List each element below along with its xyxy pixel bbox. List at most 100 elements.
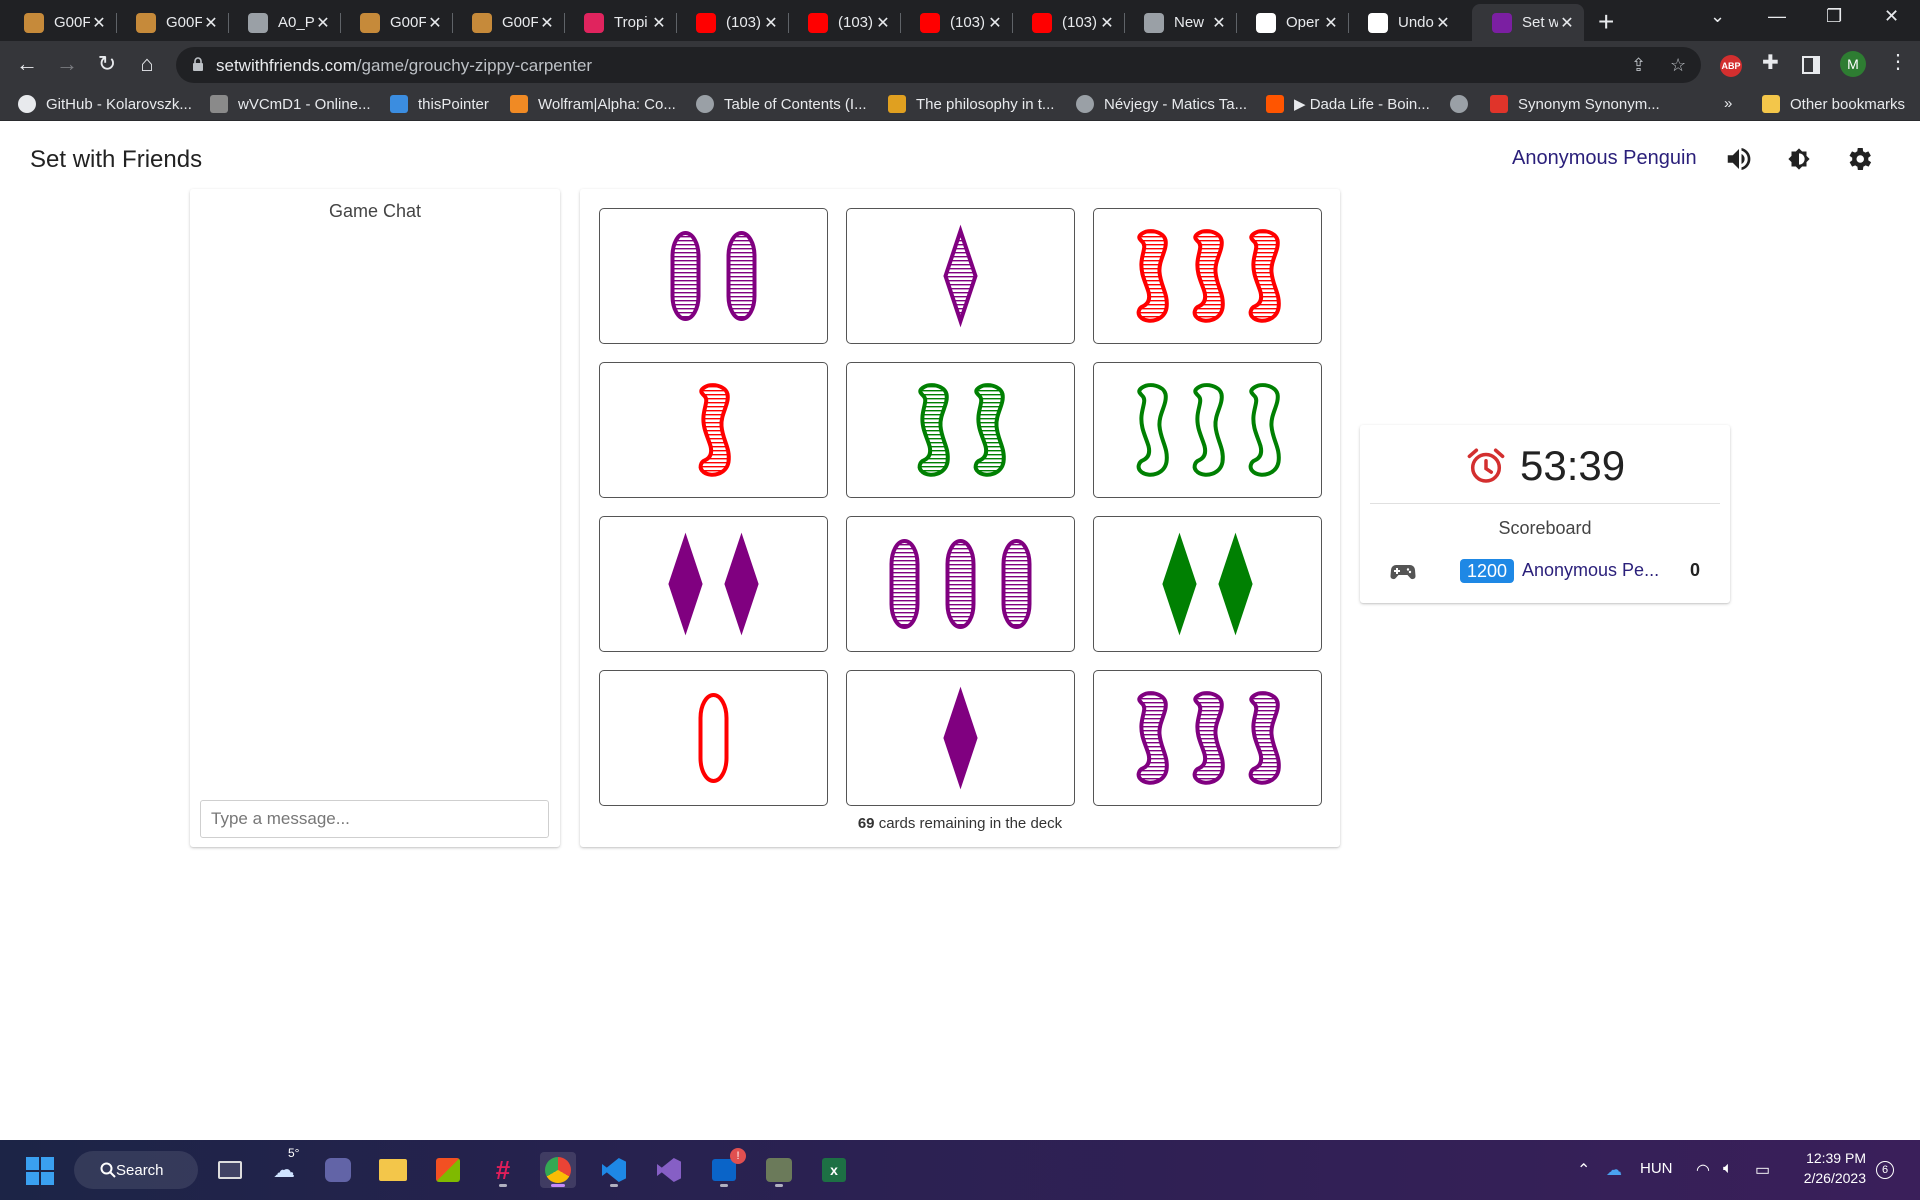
browser-tab[interactable]: G00F ✕ [452, 4, 564, 41]
bookmark-item[interactable]: Synonym Synonym... [1490, 95, 1660, 113]
taskbar-search-box[interactable]: Search [74, 1151, 198, 1189]
browser-tab[interactable]: A0_P ✕ [228, 4, 340, 41]
tab-close-icon[interactable]: ✕ [314, 13, 332, 33]
app-title[interactable]: Set with Friends [30, 146, 202, 174]
wifi-icon[interactable]: ◠ [1696, 1160, 1710, 1180]
bookmarks-overflow-button[interactable]: » [1724, 95, 1732, 112]
task-view-icon[interactable] [212, 1152, 248, 1188]
set-card[interactable] [1093, 208, 1322, 344]
reload-icon[interactable]: ↻ [92, 51, 122, 77]
bookmark-item[interactable]: wVCmD1 - Online... [210, 95, 371, 113]
url-text[interactable]: setwithfriends.com/game/grouchy-zippy-ca… [216, 56, 592, 76]
other-bookmarks-folder[interactable]: Other bookmarks [1762, 95, 1905, 113]
file-explorer-icon[interactable] [375, 1152, 411, 1188]
tray-overflow-chevron-icon[interactable]: ⌃ [1577, 1160, 1590, 1180]
browser-tab[interactable]: G00F ✕ [4, 4, 116, 41]
tab-close-icon[interactable]: ✕ [1098, 13, 1116, 33]
windows-start-icon[interactable] [26, 1157, 54, 1185]
side-panel-icon[interactable] [1802, 56, 1820, 74]
bookmark-star-icon[interactable]: ☆ [1670, 55, 1686, 76]
speaker-icon[interactable]: 🔈︎ [1723, 1160, 1733, 1178]
home-icon[interactable]: ⌂ [132, 51, 162, 77]
set-card[interactable] [1093, 362, 1322, 498]
browser-tab[interactable]: Tropi ✕ [564, 4, 676, 41]
set-card[interactable] [1093, 670, 1322, 806]
tab-close-icon[interactable]: ✕ [538, 13, 556, 33]
browser-tab[interactable]: Undo ✕ [1348, 4, 1460, 41]
tab-close-icon[interactable]: ✕ [1434, 13, 1452, 33]
set-card[interactable] [846, 516, 1075, 652]
game-app-icon[interactable] [761, 1152, 797, 1188]
battery-icon[interactable]: ▭ [1755, 1160, 1770, 1180]
browser-tab[interactable]: New ✕ [1124, 4, 1236, 41]
profile-avatar[interactable]: M [1840, 51, 1866, 77]
tab-close-icon[interactable]: ✕ [650, 13, 668, 33]
browser-tab[interactable]: (103) ✕ [1012, 4, 1124, 41]
bookmark-item[interactable]: Névjegy - Matics Ta... [1076, 95, 1247, 113]
tab-close-icon[interactable]: ✕ [1210, 13, 1228, 33]
visual-studio-icon[interactable] [651, 1152, 687, 1188]
minimize-icon[interactable]: — [1768, 6, 1786, 27]
chrome-taskbar-icon[interactable] [540, 1152, 576, 1188]
bookmark-item[interactable]: thisPointer [390, 95, 489, 113]
tab-close-icon[interactable]: ✕ [762, 13, 780, 33]
restore-icon[interactable]: ❐ [1826, 6, 1842, 27]
share-icon[interactable]: ⇪ [1631, 55, 1646, 76]
notification-badge[interactable]: 6 [1876, 1161, 1894, 1179]
browser-tab[interactable]: G00F ✕ [116, 4, 228, 41]
new-tab-button[interactable]: + [1598, 6, 1614, 38]
input-language[interactable]: HUN [1640, 1160, 1673, 1177]
back-icon[interactable]: ← [12, 51, 42, 77]
close-window-icon[interactable]: ✕ [1884, 6, 1899, 27]
tab-close-icon[interactable]: ✕ [1558, 13, 1576, 33]
browser-menu-icon[interactable]: ⋮ [1888, 49, 1908, 74]
clock-time[interactable]: 12:39 PM [1794, 1150, 1866, 1166]
onedrive-icon[interactable]: ☁ [1606, 1160, 1622, 1180]
set-card[interactable] [846, 208, 1075, 344]
set-card[interactable] [599, 516, 828, 652]
bookmark-item[interactable]: ▶ Dada Life - Boin... [1266, 95, 1430, 113]
bookmark-item[interactable] [1450, 95, 1478, 113]
browser-tab[interactable]: G00F ✕ [340, 4, 452, 41]
set-card[interactable] [1093, 516, 1322, 652]
tab-close-icon[interactable]: ✕ [1322, 13, 1340, 33]
microsoft-store-icon[interactable] [430, 1152, 466, 1188]
theme-toggle-icon[interactable] [1784, 144, 1814, 174]
extensions-puzzle-icon[interactable]: ✚ [1762, 50, 1779, 75]
set-card[interactable] [599, 670, 828, 806]
browser-tab[interactable]: (103) ✕ [676, 4, 788, 41]
tab-close-icon[interactable]: ✕ [90, 13, 108, 33]
excel-icon[interactable]: x [816, 1152, 852, 1188]
user-name-link[interactable]: Anonymous Penguin [1512, 147, 1697, 170]
address-bar[interactable]: setwithfriends.com/game/grouchy-zippy-ca… [176, 47, 1701, 83]
tab-search-chevron-icon[interactable]: ⌄ [1710, 6, 1725, 27]
bookmark-item[interactable]: Table of Contents (I... [696, 95, 867, 113]
tab-close-icon[interactable]: ✕ [426, 13, 444, 33]
set-card[interactable] [846, 362, 1075, 498]
teams-chat-icon[interactable] [320, 1152, 356, 1188]
settings-gear-icon[interactable] [1844, 144, 1874, 174]
lock-icon[interactable] [192, 57, 204, 71]
chat-message-input[interactable] [200, 800, 549, 838]
set-card[interactable] [599, 208, 828, 344]
volume-icon[interactable] [1724, 144, 1754, 174]
tab-close-icon[interactable]: ✕ [986, 13, 1004, 33]
tab-close-icon[interactable]: ✕ [874, 13, 892, 33]
bookmark-item[interactable]: GitHub - Kolarovszk... [18, 95, 192, 113]
adblock-plus-icon[interactable]: ABP [1720, 55, 1742, 77]
forward-icon[interactable]: → [52, 51, 82, 77]
slack-icon[interactable]: # [485, 1152, 521, 1188]
bookmark-item[interactable]: The philosophy in t... [888, 95, 1054, 113]
scoreboard-player-row[interactable]: 1200 Anonymous Pe... 0 [1360, 557, 1730, 587]
vscode-icon[interactable] [596, 1152, 632, 1188]
player-name-link[interactable]: Anonymous Pe... [1522, 560, 1659, 581]
browser-tab[interactable]: (103) ✕ [900, 4, 1012, 41]
browser-tab[interactable]: Set w ✕ [1472, 4, 1584, 41]
weather-widget[interactable]: ☁ 5° [266, 1146, 302, 1188]
bookmark-item[interactable]: Wolfram|Alpha: Co... [510, 95, 676, 113]
outlook-icon[interactable]: ! [706, 1148, 746, 1188]
clock-date[interactable]: 2/26/2023 [1778, 1170, 1866, 1186]
set-card[interactable] [846, 670, 1075, 806]
browser-tab[interactable]: Oper ✕ [1236, 4, 1348, 41]
set-card[interactable] [599, 362, 828, 498]
